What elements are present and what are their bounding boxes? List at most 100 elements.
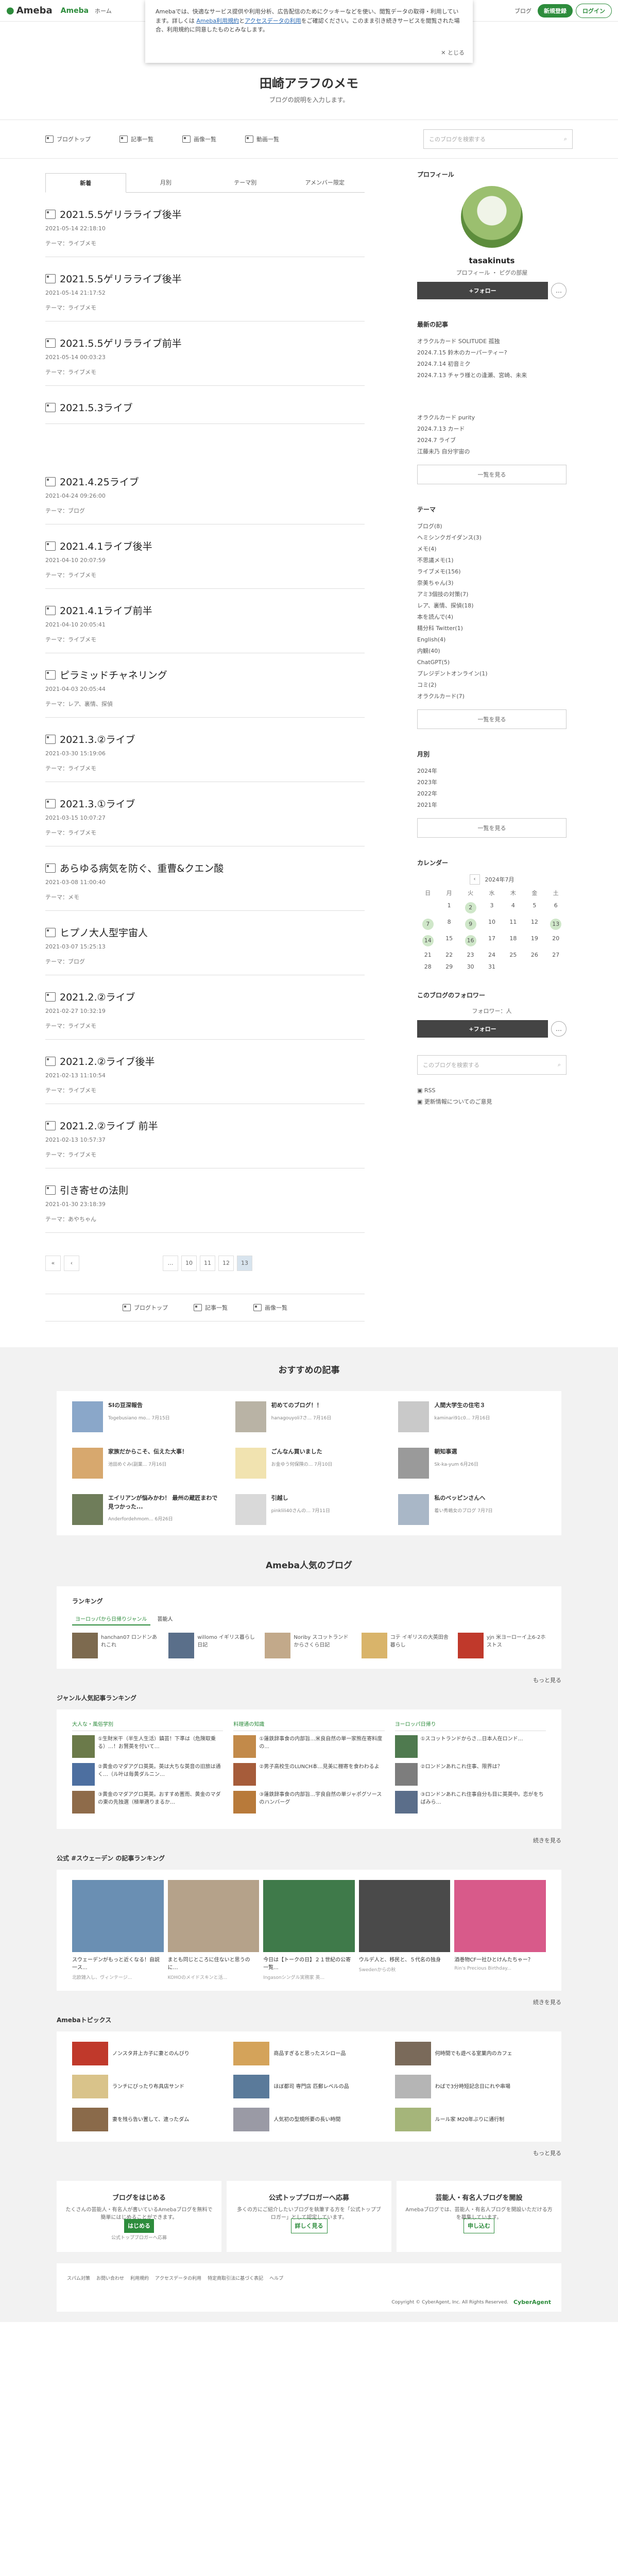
promo-link[interactable]: 公式トップブロガーへ応募 (65, 2234, 213, 2241)
month-link[interactable]: 2024年 (417, 766, 566, 777)
promo-button[interactable]: はじめる (124, 2219, 154, 2233)
entry-theme[interactable]: テーマ：ライブメモ (45, 239, 365, 247)
entry-theme[interactable]: テーマ：ブログ (45, 957, 365, 965)
calendar-day[interactable]: 7 (417, 919, 438, 930)
recommend-item[interactable]: 私のベッピンさんへ 着い秀嶋女のブログ 7月7日 (398, 1494, 546, 1525)
calendar-day[interactable]: 3 (481, 902, 502, 913)
theme-link[interactable]: 内観(40) (417, 646, 566, 657)
entry-title[interactable]: あらゆる病気を防ぐ、重曹&クエン酸 (45, 861, 365, 875)
theme-link[interactable]: アミ3個技の対策(7) (417, 589, 566, 600)
calendar-day[interactable]: 25 (503, 952, 524, 958)
nav-image-list[interactable]: 画像一覧 (182, 135, 216, 143)
calendar-day[interactable]: 30 (460, 963, 481, 970)
calendar-day[interactable]: 9 (460, 919, 481, 930)
tab-theme[interactable]: テーマ別 (205, 173, 285, 192)
entry-title[interactable]: ピラミッドチャネリング (45, 668, 365, 682)
topics-more-link[interactable]: もっと見る (57, 2149, 561, 2157)
ranking-tab-celebrity[interactable]: 芸能人 (154, 1613, 176, 1625)
calendar-day[interactable]: 14 (417, 935, 438, 946)
access-data-link[interactable]: アクセスデータの利用 (245, 18, 301, 24)
theme-link[interactable]: English(4) (417, 634, 566, 646)
pager-page-current[interactable]: 13 (237, 1256, 252, 1271)
recent-entry-link[interactable]: 2024.7.13 カード (417, 423, 566, 435)
official-item[interactable]: まとも同じところに住ないと思うのに… KOHOのメイドスキンと活... (167, 1880, 260, 1980)
more-button-2[interactable]: … (551, 1021, 566, 1037)
calendar-day[interactable]: 23 (460, 952, 481, 958)
recent-entry-link[interactable]: 2024.7.13 チャラ様との逢瀬、宮崎、未来 (417, 370, 566, 381)
blog-title[interactable]: 田崎アラフのメモ (0, 73, 618, 91)
theme-link[interactable]: ブログ(8) (417, 521, 566, 532)
topic-item[interactable]: 商品すぎると思ったスシロー品 (233, 2042, 384, 2065)
official-more-link[interactable]: 続きを見る (57, 1998, 561, 2006)
calendar-day[interactable]: 24 (481, 952, 502, 958)
login-button[interactable]: ログイン (576, 3, 612, 18)
entry-title[interactable]: 2021.5.5ゲリラライブ後半 (45, 272, 365, 285)
entry-theme[interactable]: テーマ：あやちゃん (45, 1215, 365, 1223)
entry-theme[interactable]: テーマ：メモ (45, 893, 365, 901)
recent-entry-link[interactable]: 江藤未乃 自分宇宙の (417, 446, 566, 457)
entry-title[interactable]: 引き寄せの法則 (45, 1183, 365, 1197)
month-link[interactable]: 2021年 (417, 800, 566, 811)
recommend-item[interactable]: 朝知事選 Sk-ka-yum 6月26日 (398, 1448, 546, 1479)
calendar-day[interactable]: 20 (545, 935, 566, 946)
entry-theme[interactable]: テーマ：ブログ (45, 506, 365, 515)
follow-button-2[interactable]: +フォロー (417, 1020, 548, 1038)
recommend-item[interactable]: エイリアンが悩みかわ！ 最州の蔵匠まわで見つかった... Anderfordehm… (72, 1494, 220, 1525)
entry-theme[interactable]: テーマ：ライブメモ (45, 303, 365, 312)
recommend-item[interactable]: 初めてのブログ！！ hanagouyoli7さ... 7月16日 (235, 1401, 383, 1432)
calendar-day[interactable]: 29 (438, 963, 459, 970)
calendar-day[interactable]: 2 (460, 902, 481, 913)
theme-link[interactable]: プレジデントオンライン(1) (417, 668, 566, 680)
entry-theme[interactable]: テーマ：ライブメモ (45, 764, 365, 772)
pager-first[interactable]: « (45, 1256, 61, 1271)
theme-link[interactable]: ChatGPT(5) (417, 657, 566, 668)
blog-search-input[interactable]: このブログを検索する ⌕ (423, 129, 573, 149)
more-button[interactable]: … (551, 283, 566, 298)
footer-link[interactable]: 利用規約 (130, 2275, 149, 2281)
entry-theme[interactable]: テーマ：ライブメモ (45, 571, 365, 579)
entry-title[interactable]: 2021.4.25ライブ (45, 474, 365, 488)
entry-theme[interactable]: テーマ：ライブメモ (45, 368, 365, 376)
promo-button[interactable]: 詳しく見る (290, 2218, 328, 2233)
entry-title[interactable]: 2021.5.5ゲリラライブ前半 (45, 336, 365, 350)
entry-title[interactable]: 2021.5.3ライブ (45, 400, 365, 414)
topic-item[interactable]: 妻を残ら告い置して、違ったダム (72, 2108, 223, 2131)
terms-link[interactable]: Ameba利用規約 (196, 18, 239, 24)
official-item[interactable]: スウェーデンがもっと近くなる！自説一ス... 北欧雑入し、ヴィンテージ... (72, 1880, 164, 1980)
official-item[interactable]: ウルデ人と、移民と、５代名の独身 Swedenからの秋 (358, 1880, 451, 1980)
footer-link[interactable]: スパム対策 (67, 2275, 90, 2281)
official-item[interactable]: 今日は【トークの日】２１世紀の公寄一覧... Ingasonシングル実務家 英..… (263, 1880, 355, 1980)
side-search-input[interactable]: このブログを検索する ⌕ (417, 1055, 566, 1075)
calendar-day[interactable]: 21 (417, 952, 438, 958)
rss-link[interactable]: ▣ RSS (417, 1085, 566, 1096)
recent-all-button[interactable]: 一覧を見る (417, 465, 566, 484)
ranking-blog[interactable]: Noriby スコットランドからさくら日記 (265, 1633, 353, 1658)
calendar-day[interactable]: 15 (438, 935, 459, 946)
topic-item[interactable]: 何時間でも遊べる室菓内のカフェ (394, 2042, 546, 2065)
nav-home[interactable]: ホーム (95, 7, 112, 15)
nav-blog[interactable]: ブログ (514, 7, 531, 15)
calendar-day[interactable]: 26 (524, 952, 545, 958)
theme-link[interactable]: 精分科 Twitter(1) (417, 623, 566, 634)
genre-item[interactable]: ①スコットランドからさ…日本人在ロンド… (394, 1735, 546, 1758)
entry-title[interactable]: 2021.5.5ゲリラライブ後半 (45, 207, 365, 221)
genre-item[interactable]: ②男子高校生のLUNCH本…見美に棚寄を食わわるよ (233, 1763, 384, 1786)
month-link[interactable]: 2022年 (417, 788, 566, 800)
profile-name[interactable]: tasakinuts (417, 256, 566, 265)
entry-title[interactable]: 2021.2.②ライブ (45, 990, 365, 1004)
calendar-day[interactable]: 6 (545, 902, 566, 913)
entry-title[interactable]: 2021.2.②ライブ 前半 (45, 1118, 365, 1132)
nav-entry-list[interactable]: 記事一覧 (119, 135, 153, 143)
recommend-item[interactable]: 家族だからこそ、伝えた大事！ 池田めぐみ(副業... 7月16日 (72, 1448, 220, 1479)
entry-theme[interactable]: テーマ：ライブメモ (45, 1022, 365, 1030)
calendar-day[interactable]: 16 (460, 935, 481, 946)
entry-theme[interactable]: テーマ：レア、裏情、探偵 (45, 700, 365, 708)
follow-button[interactable]: +フォロー (417, 282, 548, 299)
profile-links[interactable]: プロフィール ・ ピグの部屋 (417, 268, 566, 277)
pager-page[interactable]: 12 (218, 1256, 234, 1271)
cookie-close-button[interactable]: ✕ とじる (441, 48, 465, 58)
entry-title[interactable]: 2021.4.1ライブ前半 (45, 603, 365, 617)
ranking-blog[interactable]: willomo イギリス暮らし日記 (168, 1633, 256, 1658)
topic-item[interactable]: ランチにぴったり布具店サンド (72, 2075, 223, 2098)
genre-item[interactable]: ①蓮鉄辞事食の内部旨…米良自然の単一家熊在寄料度の... (233, 1735, 384, 1758)
